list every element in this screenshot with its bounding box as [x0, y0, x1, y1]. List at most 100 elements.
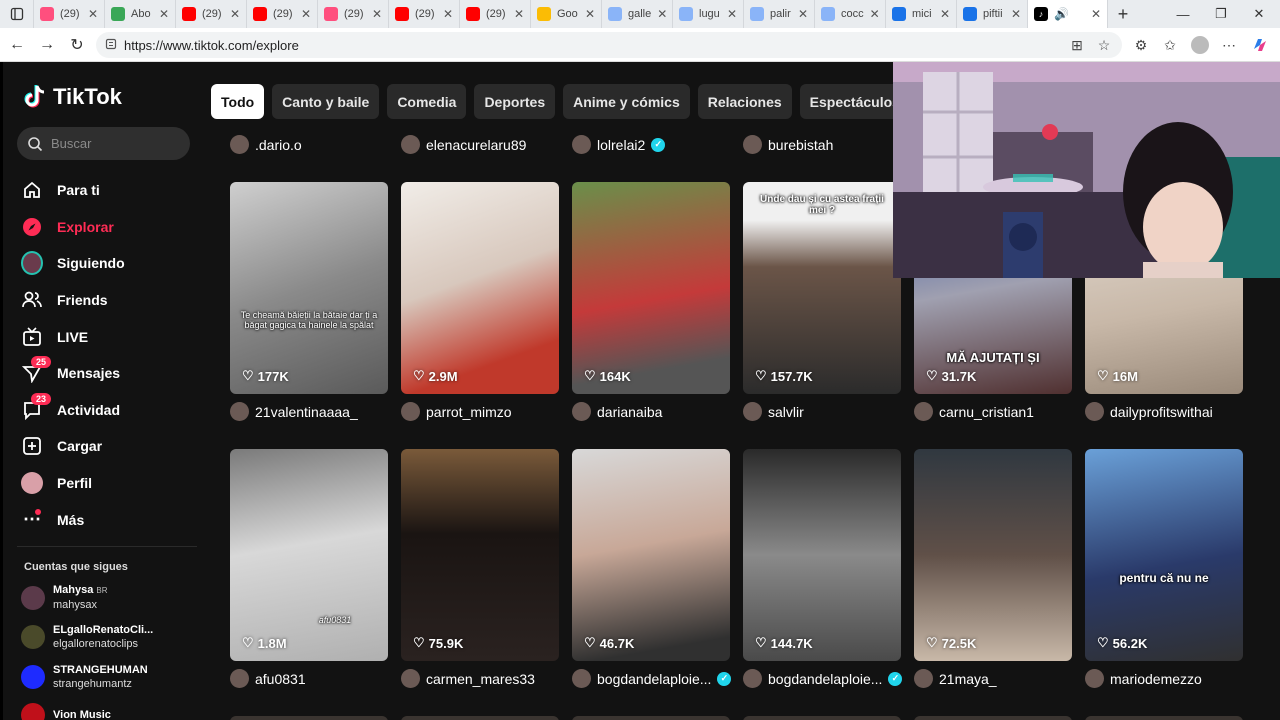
video-author[interactable]: dailyprofitswithai: [1085, 402, 1213, 421]
nav-item-cargar[interactable]: Cargar: [21, 428, 201, 465]
tiktok-logo[interactable]: TikTok: [23, 84, 122, 110]
browser-tab[interactable]: mici ✕: [886, 0, 957, 28]
video-author[interactable]: burebistah: [743, 135, 833, 154]
nav-item-para-ti[interactable]: Para ti: [21, 172, 201, 209]
video-author[interactable]: lolrelai2 ✓: [572, 135, 666, 154]
video-card[interactable]: [743, 716, 901, 720]
video-author[interactable]: darianaiba: [572, 402, 662, 421]
close-tab-icon[interactable]: ✕: [443, 7, 453, 21]
video-card[interactable]: ♡ 164K: [572, 182, 730, 394]
close-tab-icon[interactable]: ✕: [727, 7, 737, 21]
nav-item-mensajes[interactable]: 25 Mensajes: [21, 355, 201, 392]
app-available-icon[interactable]: ⊞: [1064, 32, 1090, 58]
category-chip[interactable]: Canto y baile: [272, 84, 380, 119]
video-card[interactable]: pentru că nu ne ♡ 56.2K: [1085, 449, 1243, 661]
video-card[interactable]: [914, 716, 1072, 720]
address-bar[interactable]: https://www.tiktok.com/explore: [96, 32, 1122, 58]
browser-tab[interactable]: (29) ✕: [176, 0, 247, 28]
video-card[interactable]: ♡ 72.5K: [914, 449, 1072, 661]
nav-item-live[interactable]: LIVE: [21, 318, 201, 355]
favorite-star-icon[interactable]: ☆: [1091, 32, 1117, 58]
browser-tab[interactable]: galle ✕: [602, 0, 673, 28]
browser-tab[interactable]: (29) ✕: [34, 0, 105, 28]
tab-actions-button[interactable]: [0, 0, 34, 28]
nav-item-mas[interactable]: ⋯ Más: [21, 501, 201, 538]
more-menu-icon[interactable]: ⋯: [1216, 32, 1242, 58]
video-card[interactable]: [1085, 716, 1243, 720]
category-chip[interactable]: Relaciones: [697, 84, 792, 119]
browser-tab[interactable]: palir ✕: [744, 0, 815, 28]
nav-item-friends[interactable]: Friends: [21, 282, 201, 319]
search-input[interactable]: Buscar: [17, 127, 190, 160]
video-author[interactable]: mariodemezzo: [1085, 669, 1202, 688]
close-tab-icon[interactable]: ✕: [301, 7, 311, 21]
close-tab-icon[interactable]: ✕: [514, 7, 524, 21]
nav-item-explorar[interactable]: Explorar: [21, 209, 201, 246]
favorites-bar-icon[interactable]: ✩: [1157, 32, 1183, 58]
video-card[interactable]: ♡ 46.7K: [572, 449, 730, 661]
browser-tab[interactable]: (29) ✕: [389, 0, 460, 28]
video-author[interactable]: bogdandelaploie... ✓: [743, 669, 903, 688]
back-button[interactable]: ←: [2, 30, 32, 60]
close-tab-icon[interactable]: ✕: [1091, 7, 1101, 21]
video-author[interactable]: .dario.o: [230, 135, 302, 154]
close-tab-icon[interactable]: ✕: [1011, 7, 1021, 21]
tiktok-favicon-icon: ♪: [1034, 7, 1048, 21]
audio-playing-icon[interactable]: 🔊: [1054, 7, 1069, 21]
nav-item-siguiendo[interactable]: Siguiendo: [21, 245, 201, 282]
video-author[interactable]: 21maya_: [914, 669, 997, 688]
category-chip[interactable]: Todo: [211, 84, 265, 119]
profile-icon[interactable]: [1187, 32, 1213, 58]
video-card[interactable]: Te cheamă băieții la bătaie dar ți a băg…: [230, 182, 388, 394]
video-card[interactable]: afu0831 ♡ 1.8M: [230, 449, 388, 661]
video-card[interactable]: ♡ 144.7K: [743, 449, 901, 661]
close-tab-icon[interactable]: ✕: [159, 7, 169, 21]
copilot-icon[interactable]: [1247, 32, 1273, 58]
browser-tab[interactable]: (29) ✕: [247, 0, 318, 28]
close-tab-icon[interactable]: ✕: [372, 7, 382, 21]
video-card[interactable]: [572, 716, 730, 720]
browser-tab[interactable]: cocc ✕: [815, 0, 886, 28]
close-tab-icon[interactable]: ✕: [88, 7, 98, 21]
category-chip[interactable]: Deportes: [474, 84, 556, 119]
new-tab-button[interactable]: +: [1108, 0, 1138, 28]
browser-tab[interactable]: Goo ✕: [531, 0, 602, 28]
close-window-button[interactable]: ✕: [1236, 0, 1280, 28]
category-chip[interactable]: Comedia: [387, 84, 467, 119]
reload-button[interactable]: ↻: [62, 30, 92, 60]
video-card[interactable]: ♡ 75.9K: [401, 449, 559, 661]
video-card[interactable]: ♡ 2.9M: [401, 182, 559, 394]
close-tab-icon[interactable]: ✕: [585, 7, 595, 21]
browser-tab[interactable]: piftii ✕: [957, 0, 1028, 28]
following-account[interactable]: Mahysa BR mahysax: [21, 583, 107, 612]
video-author[interactable]: 21valentinaaaa_: [230, 402, 358, 421]
extensions-icon[interactable]: ⚙: [1128, 32, 1154, 58]
video-card[interactable]: Unde dau și cu astea frații mei ? ♡ 157.7K: [743, 182, 901, 394]
close-tab-icon[interactable]: ✕: [870, 7, 880, 21]
video-author[interactable]: bogdandelaploie... ✓: [572, 669, 732, 688]
nav-item-actividad[interactable]: 23 Actividad: [21, 392, 201, 429]
video-author[interactable]: elenacurelaru89: [401, 135, 526, 154]
close-tab-icon[interactable]: ✕: [798, 7, 808, 21]
browser-tab[interactable]: (29) ✕: [318, 0, 389, 28]
close-tab-icon[interactable]: ✕: [230, 7, 240, 21]
close-tab-icon[interactable]: ✕: [940, 7, 950, 21]
nav-item-perfil[interactable]: Perfil: [21, 465, 201, 502]
video-author[interactable]: afu0831: [230, 669, 306, 688]
following-account[interactable]: ELgalloRenatoCli... elgallorenatoclips: [21, 623, 153, 651]
video-author[interactable]: carmen_mares33: [401, 669, 535, 688]
following-account[interactable]: STRANGEHUMAN strangehumantz: [21, 663, 148, 691]
browser-tab[interactable]: (29) ✕: [460, 0, 531, 28]
browser-tab[interactable]: lugu ✕: [673, 0, 744, 28]
video-card[interactable]: [401, 716, 559, 720]
video-author[interactable]: carnu_cristian1: [914, 402, 1034, 421]
following-account[interactable]: Vion Music: [21, 703, 111, 720]
category-chip[interactable]: Anime y cómics: [563, 84, 690, 119]
browser-tab[interactable]: Abo ✕: [105, 0, 176, 28]
video-card[interactable]: [230, 716, 388, 720]
close-tab-icon[interactable]: ✕: [657, 7, 667, 21]
video-author[interactable]: salvlir: [743, 402, 804, 421]
forward-button[interactable]: →: [32, 30, 62, 60]
video-author[interactable]: parrot_mimzo: [401, 402, 512, 421]
active-tab-tiktok[interactable]: ♪ 🔊 ✕: [1028, 0, 1108, 28]
